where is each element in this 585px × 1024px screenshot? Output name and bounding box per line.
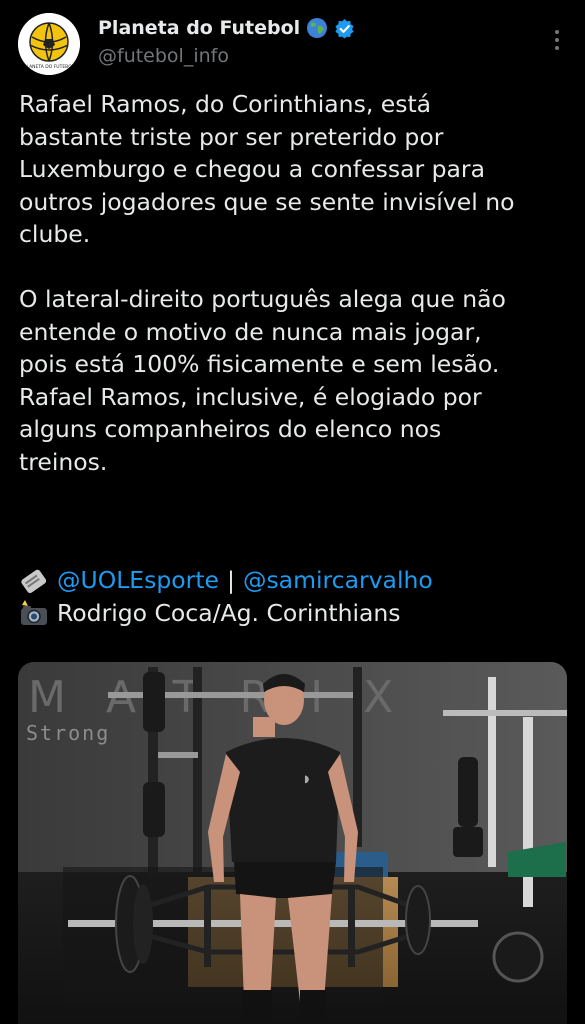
wall-lettering-strong: Strong xyxy=(26,721,110,745)
tweet-photo[interactable]: MATRIX Strong ◗ xyxy=(18,662,567,1024)
photo-credit-line: Rodrigo Coca/Ag. Corinthians xyxy=(19,597,569,630)
source-separator: | xyxy=(227,566,235,594)
verified-badge-icon xyxy=(334,18,355,39)
globe-emoji-icon xyxy=(306,17,328,39)
author-handle[interactable]: @futebol_info xyxy=(98,45,229,67)
svg-text:◗: ◗ xyxy=(304,774,309,785)
author-display-name[interactable]: Planeta do Futebol xyxy=(98,17,300,39)
avatar-caption: PLANETA DO FUTEBOL xyxy=(24,64,75,70)
more-options-icon[interactable] xyxy=(551,26,563,54)
author-avatar[interactable]: PLANETA DO FUTEBOL xyxy=(18,13,80,75)
author-name-row: Planeta do Futebol xyxy=(98,17,355,39)
photo-credit-text: Rodrigo Coca/Ag. Corinthians xyxy=(57,598,401,627)
planeta-logo: PLANETA DO FUTEBOL xyxy=(18,13,80,75)
source-line: @UOLEsporte | @samircarvalho xyxy=(19,564,569,597)
tweet-body-text: Rafael Ramos, do Corinthians, está basta… xyxy=(19,90,515,476)
source-link-uolesporte[interactable]: @UOLEsporte xyxy=(57,564,219,597)
source-link-samircarvalho[interactable]: @samircarvalho xyxy=(243,564,433,597)
camera-flash-emoji-icon xyxy=(19,598,49,628)
tweet-header: PLANETA DO FUTEBOL Planeta do Futebol @f… xyxy=(0,0,585,80)
tweet-credits: @UOLEsporte | @samircarvalho Rodrigo Coc… xyxy=(19,564,569,629)
newspaper-emoji-icon xyxy=(19,565,49,595)
